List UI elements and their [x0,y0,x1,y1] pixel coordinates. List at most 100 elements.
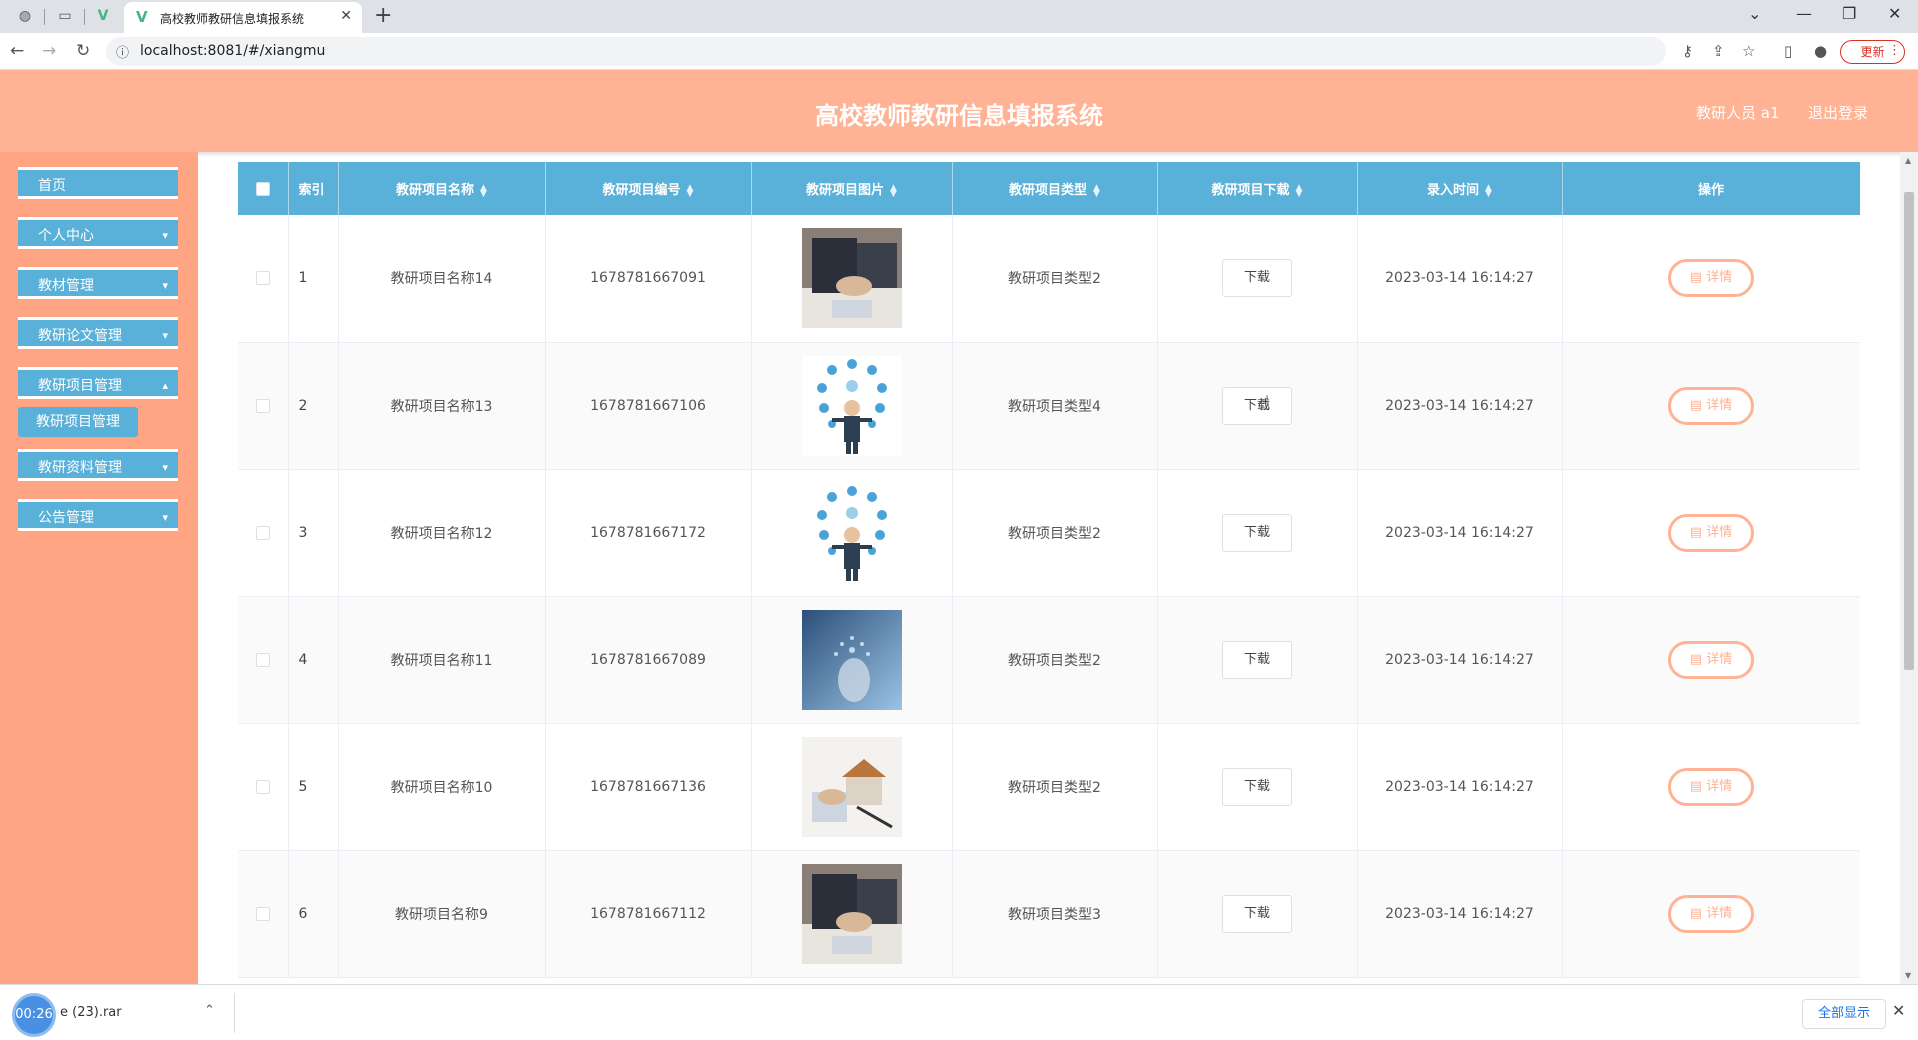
scroll-up-icon[interactable]: ▲ [1905,156,1911,165]
sidepanel-icon[interactable]: ▯ [1784,42,1792,60]
submenu-item-project-management[interactable]: 教研项目管理 [18,407,138,437]
select-all-checkbox[interactable] [255,181,270,196]
scrollbar-thumb[interactable] [1904,192,1914,670]
download-button[interactable]: 下载 [1222,894,1292,933]
row-index: 4 [288,596,339,723]
table-row: 1 教研项目名称14 1678781667091 教研项目类型2 下载 2023… [238,215,1860,342]
project-image[interactable] [801,863,902,964]
download-button[interactable]: 下载 [1222,386,1292,425]
row-checkbox[interactable] [255,652,270,667]
download-button[interactable]: 下载 [1222,259,1292,298]
table-row: 2 教研项目名称13 1678781667106 教研项目类型4 下载 2023… [238,342,1860,469]
menu-icon[interactable]: ⋮ [1888,43,1901,58]
sort-icon[interactable]: ▲ ▼ [1485,183,1492,198]
sidebar-item-personal-center[interactable]: 个人中心 ▾ [18,217,178,249]
scroll-down-icon[interactable]: ▼ [1905,971,1911,980]
download-cell: 下载 [1157,469,1358,596]
sort-icon[interactable]: ▲ ▼ [1093,183,1100,198]
sidebar-item-textbook[interactable]: 教材管理 ▾ [18,267,178,299]
header-type[interactable]: 教研项目类型 ▲ ▼ [952,162,1158,215]
row-checkbox[interactable] [255,779,270,794]
chevron-up-icon[interactable]: ⌃ [204,1003,215,1018]
header-download[interactable]: 教研项目下载 ▲ ▼ [1157,162,1358,215]
profile-icon[interactable]: ● [1814,42,1827,60]
tab-list-icon[interactable]: ⌄ [1748,4,1761,23]
sort-icon[interactable]: ▲ ▼ [480,183,487,198]
forward-icon[interactable]: → [42,41,56,61]
entry-time: 2023-03-14 16:14:27 [1357,850,1563,977]
download-button[interactable]: 下载 [1222,640,1292,679]
minimize-icon[interactable]: — [1796,4,1812,23]
detail-button[interactable]: ▤ 详情 [1668,513,1754,552]
detail-label: 详情 [1706,397,1733,413]
project-image[interactable] [801,482,902,583]
scrollbar[interactable]: ▲ ▼ [1900,152,1918,984]
row-checkbox[interactable] [255,398,270,413]
globe-icon[interactable]: ◍ [16,7,34,25]
ops-cell: ▤ 详情 [1562,215,1860,342]
sidebar-item-material[interactable]: 教研资料管理 ▾ [18,449,178,481]
back-icon[interactable]: ← [10,41,24,61]
project-image[interactable] [801,609,902,710]
sidebar-item-project[interactable]: 教研项目管理 ▴ [18,367,178,399]
download-file-name[interactable]: e (23).rar [60,1005,122,1020]
page-icon[interactable]: ▭ [56,7,74,25]
sidebar-item-label: 个人中心 [38,228,94,244]
project-image[interactable] [801,736,902,837]
download-button[interactable]: 下载 [1222,513,1292,552]
ops-cell: ▤ 详情 [1562,342,1860,469]
close-icon[interactable]: ✕ [1892,1001,1905,1020]
sidebar-item-home[interactable]: 首页 [18,167,178,199]
header-name[interactable]: 教研项目名称 ▲ ▼ [338,162,546,215]
entry-time: 2023-03-14 16:14:27 [1357,342,1563,469]
header-image[interactable]: 教研项目图片 ▲ ▼ [751,162,953,215]
detail-button[interactable]: ▤ 详情 [1668,894,1754,933]
sort-icon[interactable]: ▲ ▼ [1296,183,1303,198]
row-checkbox[interactable] [255,525,270,540]
row-index: 5 [288,723,339,850]
active-tab[interactable]: V 高校教师教研信息填报系统 ✕ [124,2,362,33]
share-icon[interactable]: ⇪ [1712,42,1725,60]
close-tab-icon[interactable]: ✕ [340,8,352,24]
download-button[interactable]: 下载 [1222,767,1292,806]
close-window-icon[interactable]: ✕ [1888,4,1901,23]
show-all-button[interactable]: 全部显示 [1802,999,1886,1029]
sidebar-item-notice[interactable]: 公告管理 ▾ [18,499,178,531]
key-icon[interactable]: ⚷ [1682,42,1693,60]
project-image-cell [751,596,953,723]
sort-icon[interactable]: ▲ ▼ [687,183,694,198]
row-checkbox[interactable] [255,271,270,286]
recording-timer[interactable]: 00:26 [12,993,56,1037]
project-type: 教研项目类型2 [952,215,1158,342]
sort-icon[interactable]: ▲ ▼ [890,183,897,198]
vue-logo-icon: V [136,8,148,26]
project-image[interactable] [801,355,902,456]
header-label: 教研项目编号 [602,183,681,198]
restore-icon[interactable]: ❐ [1842,4,1856,23]
project-table: 索引 教研项目名称 ▲ ▼ 教研项目编号 ▲ ▼ 教研项目图片 ▲ ▼ 教研项目类型 ▲ ▼ 教… [238,162,1860,984]
header-code[interactable]: 教研项目编号 ▲ ▼ [545,162,752,215]
tab-title: 高校教师教研信息填报系统 [160,12,305,26]
new-tab-button[interactable]: + [374,3,392,28]
divider [234,993,235,1033]
detail-button[interactable]: ▤ 详情 [1668,386,1754,425]
chevron-down-icon: ▾ [162,461,168,474]
chevron-down-icon: ▾ [162,229,168,242]
site-info-icon[interactable]: ⓘ [116,42,129,61]
table-header-row: 索引 教研项目名称 ▲ ▼ 教研项目编号 ▲ ▼ 教研项目图片 ▲ ▼ 教研项目类型 ▲ ▼ 教… [238,162,1860,215]
project-type: 教研项目类型4 [952,342,1158,469]
row-index: 6 [288,850,339,977]
header-time[interactable]: 录入时间 ▲ ▼ [1357,162,1563,215]
logout-link[interactable]: 退出登录 [1808,102,1868,123]
detail-button[interactable]: ▤ 详情 [1668,640,1754,679]
reload-icon[interactable]: ↻ [76,41,90,61]
row-checkbox[interactable] [255,906,270,921]
star-icon[interactable]: ☆ [1742,42,1755,60]
vue-logo-icon[interactable]: V [94,7,112,25]
url-input[interactable]: ⓘ localhost:8081/#/xiangmu ⚷ ⇪ ☆ [106,37,1755,66]
document-icon: ▤ [1689,270,1707,286]
detail-button[interactable]: ▤ 详情 [1668,767,1754,806]
detail-button[interactable]: ▤ 详情 [1668,259,1754,298]
project-image[interactable] [801,228,902,329]
sidebar-item-paper[interactable]: 教研论文管理 ▾ [18,317,178,349]
